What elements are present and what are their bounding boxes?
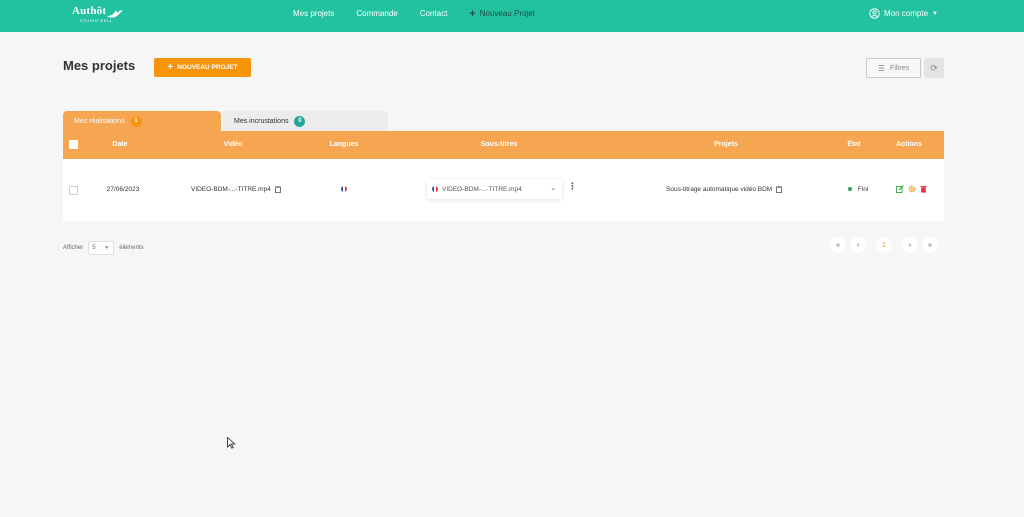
refresh-button[interactable]: ⟳ — [924, 58, 944, 78]
last-page-button[interactable]: » — [922, 237, 938, 253]
row-date: 27/06/2023 — [106, 186, 140, 193]
video-filename: VIDEO-BDM-...-TITRE.mp4 — [191, 186, 271, 194]
row-project[interactable]: Sous-titrage automatique vidéo BDM — [666, 186, 782, 193]
nav-new-project[interactable]: + Nouveau Projet — [469, 7, 535, 20]
clipboard-icon[interactable] — [776, 186, 782, 193]
tab-label: Mes réalisations — [74, 117, 125, 125]
caret-down-icon: ▼ — [104, 245, 110, 251]
status-badge: Fini — [848, 186, 868, 193]
list-icon: ☰ — [877, 63, 886, 73]
gear-icon[interactable] — [908, 185, 916, 193]
bird-logo-icon — [107, 10, 123, 18]
more-options-icon[interactable]: ⋮ — [568, 182, 577, 191]
page-size-control: Afficher 5 ▼ éléments — [63, 241, 144, 255]
count-badge: 1 — [130, 115, 142, 127]
select-all-checkbox[interactable] — [69, 140, 78, 149]
plus-icon: + — [469, 7, 476, 20]
trash-icon[interactable] — [920, 185, 927, 193]
elements-label: éléments — [119, 245, 144, 251]
project-name: Sous-titrage automatique vidéo BDM — [666, 186, 773, 194]
caret-down-icon: ▼ — [932, 10, 938, 17]
row-video[interactable]: VIDEO-BDM-...-TITRE.mp4 — [191, 186, 281, 193]
nav-contact[interactable]: Contact — [420, 9, 448, 18]
tab-label: Mes incrustations — [234, 117, 289, 125]
tab-my-realisations[interactable]: Mes réalisations 1 — [63, 111, 221, 131]
account-menu[interactable]: Mon compte ▼ — [869, 8, 938, 19]
nav-my-projects[interactable]: Mes projets — [293, 9, 334, 18]
next-page-button[interactable]: › — [902, 237, 918, 253]
french-flag-icon — [432, 186, 438, 192]
nav-order[interactable]: Commande — [356, 9, 397, 18]
plus-icon: + — [167, 62, 174, 73]
subtitle-file-select[interactable]: VIDEO-BDM-...-TITRE.mp4 ⌄ — [427, 179, 562, 199]
new-project-button-label: NOUVEAU PROJET — [177, 64, 238, 71]
nav-new-project-label: Nouveau Projet — [479, 9, 535, 18]
row-actions — [896, 185, 931, 193]
main-nav: Mes projets Commande Contact + Nouveau P… — [293, 7, 557, 20]
brand-logo[interactable]: Authôt STUDIO BELL — [72, 6, 123, 23]
pagination: « ‹ 1 › » — [830, 237, 942, 253]
table-row: 27/06/2023 VIDEO-BDM-...-TITRE.mp4 VIDEO… — [63, 159, 944, 221]
mouse-pointer-icon — [227, 437, 236, 449]
status-label: Fini — [857, 186, 869, 193]
status-dot-icon — [848, 187, 852, 192]
column-video[interactable]: Vidéo — [224, 141, 243, 148]
column-languages[interactable]: Langues — [330, 141, 359, 148]
table-header: Date Vidéo Langues Sous-titres Projets É… — [63, 131, 944, 159]
new-project-button[interactable]: + NOUVEAU PROJET — [154, 58, 251, 77]
user-circle-icon — [869, 8, 880, 19]
page-size-select[interactable]: 5 ▼ — [88, 241, 115, 255]
top-navbar: Authôt STUDIO BELL Mes projets Commande … — [0, 0, 1024, 32]
show-label: Afficher — [63, 245, 84, 251]
filters-label: Filtres — [890, 64, 910, 72]
column-date[interactable]: Date — [112, 141, 127, 148]
page-button-current[interactable]: 1 — [876, 237, 892, 253]
filters-button[interactable]: ☰ Filtres — [866, 58, 921, 78]
column-projects[interactable]: Projets — [714, 141, 738, 148]
page-size-value: 5 — [92, 245, 96, 251]
column-status[interactable]: État — [847, 141, 860, 148]
refresh-icon: ⟳ — [930, 62, 938, 73]
first-page-button[interactable]: « — [830, 237, 846, 253]
subtitle-filename: VIDEO-BDM-...-TITRE.mp4 — [442, 185, 522, 193]
account-label: Mon compte — [884, 9, 929, 18]
french-flag-icon — [341, 186, 347, 193]
column-subtitles[interactable]: Sous-titres — [481, 141, 518, 148]
chevron-down-icon: ⌄ — [550, 185, 556, 192]
column-actions: Actions — [896, 141, 922, 148]
tab-my-incrustations[interactable]: Mes incrustations 0 — [223, 111, 388, 131]
edit-icon[interactable] — [896, 185, 904, 193]
prev-page-button[interactable]: ‹ — [850, 237, 866, 253]
page-title: Mes projets — [63, 58, 136, 73]
clipboard-icon[interactable] — [274, 186, 281, 193]
count-badge: 0 — [294, 115, 306, 127]
row-language — [341, 186, 347, 193]
row-checkbox[interactable] — [69, 186, 78, 195]
